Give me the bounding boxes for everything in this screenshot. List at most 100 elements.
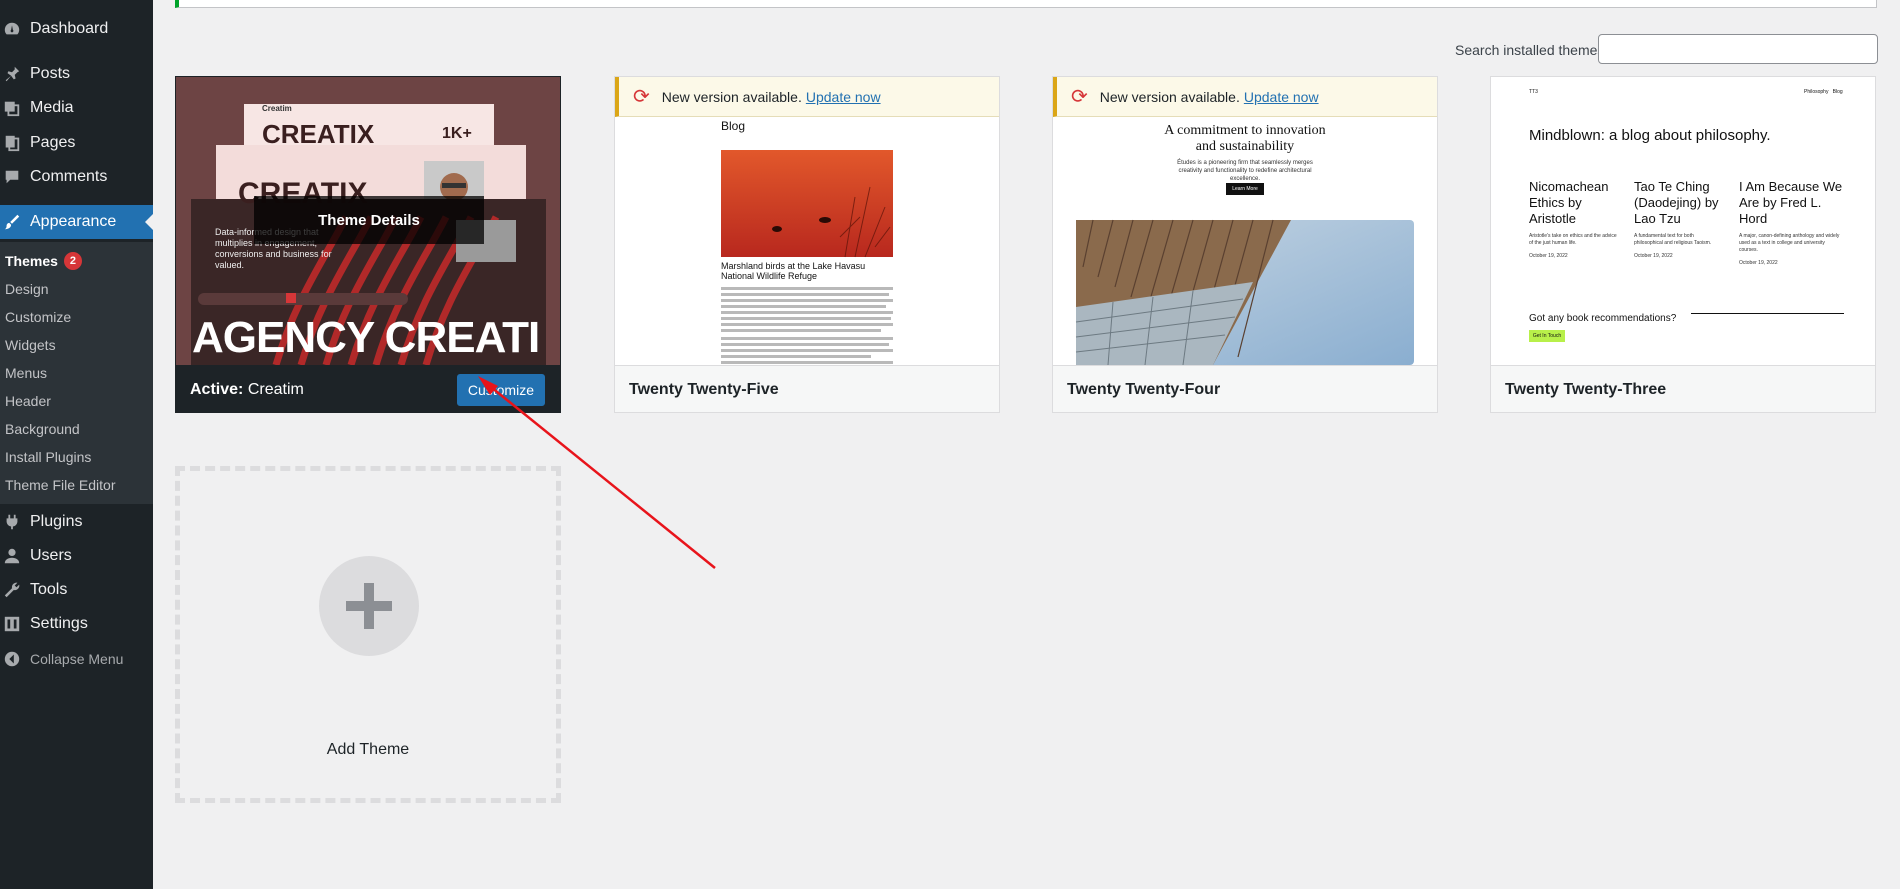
submenu-widgets[interactable]: Widgets [5,334,56,356]
search-label: Search installed themes [1455,42,1605,58]
menu-label: Pages [30,134,76,151]
theme-card-creatim[interactable]: Creatim CREATIX 1K+ CREATIX Data-informe… [175,76,561,413]
tt4-building-photo [1075,219,1414,365]
tt3-post-excerpt: A fundamental text for both philosophica… [1634,233,1712,246]
submenu-install-plugins[interactable]: Install Plugins [5,446,91,468]
submenu-label: Themes [5,253,58,269]
tt3-post-date: October 19, 2022 [1739,260,1778,266]
theme-footer: Twenty Twenty-Three [1491,365,1875,412]
tt3-nav-item: Philosophy [1804,89,1829,95]
theme-name: Twenty Twenty-Three [1505,380,1667,398]
submenu-customize[interactable]: Customize [5,306,71,328]
update-now-link[interactable]: Update now [1244,89,1319,105]
search-input[interactable] [1598,34,1878,64]
theme-screenshot[interactable]: Creatim CREATIX 1K+ CREATIX Data-informe… [176,77,560,365]
tt3-cta: Got any book recommendations? [1529,313,1677,324]
update-notice: ⟳ New version available. Update now [1053,77,1437,117]
submenu-theme-file-editor[interactable]: Theme File Editor [5,474,115,496]
menu-settings[interactable]: Settings [0,607,153,641]
submenu-header[interactable]: Header [5,390,51,412]
tt3-nav: Philosophy Blog [1804,89,1843,95]
wrench-icon [2,580,22,600]
creatim-logo: Creatim [262,104,292,113]
update-icon: ⟳ [1071,85,1088,108]
collapse-icon [2,649,22,669]
menu-label: Dashboard [30,20,109,37]
theme-screenshot[interactable]: Blog Marshland birds at the Lake Havasu … [615,77,999,365]
tt3-post-title: I Am Because We Are by Fred L. Hord [1739,179,1843,226]
menu-label: Users [30,547,72,564]
update-text: New version available. [1099,88,1240,105]
add-theme-card[interactable]: Add Theme [175,466,561,803]
submenu-themes[interactable]: Themes 2 [5,250,82,272]
menu-pages[interactable]: Pages [0,126,153,160]
menu-posts[interactable]: Posts [0,57,153,91]
menu-label: Plugins [30,513,83,530]
creatim-stat: 1K+ [442,125,472,142]
submenu-background[interactable]: Background [5,418,80,440]
menu-media[interactable]: Media [0,91,153,125]
collapse-label: Collapse Menu [30,651,124,667]
dashboard-icon [2,19,22,39]
theme-screenshot[interactable]: TT3 Philosophy Blog Mindblown: a blog ab… [1491,77,1875,365]
creatim-banner: AGENCY CREATI [192,313,540,362]
tt3-post: Nicomachean Ethics by Aristotle Aristotl… [1529,179,1619,259]
theme-footer: Active: Creatim Customize [176,365,560,412]
tt5-preview-art [721,150,893,364]
plus-icon [346,583,392,629]
submenu-design[interactable]: Design [5,278,49,300]
media-icon [2,98,22,118]
comment-icon [2,167,22,187]
theme-card-twenty-twenty-three[interactable]: TT3 Philosophy Blog Mindblown: a blog ab… [1490,76,1876,413]
theme-screenshot[interactable]: A commitment to innovation and sustainab… [1053,77,1437,365]
menu-users[interactable]: Users [0,539,153,573]
theme-footer: Twenty Twenty-Four [1053,365,1437,412]
tt3-post-title: Tao Te Ching (Daodejing) by Lao Tzu [1634,179,1719,226]
menu-label: Media [30,99,74,116]
menu-label: Posts [30,65,71,82]
pin-icon [2,64,22,84]
collapse-menu-button[interactable]: Collapse Menu [0,642,153,676]
submenu-menus[interactable]: Menus [5,362,47,384]
tt3-post-excerpt: A major, canon-defining anthology and wi… [1739,233,1840,253]
add-theme-circle [319,556,419,656]
tt3-post: Tao Te Ching (Daodejing) by Lao Tzu A fu… [1634,179,1724,259]
update-now-link[interactable]: Update now [806,89,881,105]
brush-icon [2,212,22,232]
active-theme-label: Active: Creatim [190,381,304,399]
menu-comments[interactable]: Comments [0,160,153,194]
admin-notice [175,0,1877,8]
theme-card-twenty-twenty-five[interactable]: ⟳ New version available. Update now Blog [614,76,1000,413]
theme-footer: Twenty Twenty-Five [615,365,999,412]
update-text: New version available. [661,88,802,105]
admin-sidebar: Dashboard Posts Media Pages Comments App… [0,0,153,889]
tt3-post-date: October 19, 2022 [1634,253,1673,259]
theme-name: Twenty Twenty-Five [629,380,779,398]
tt3-post-title: Nicomachean Ethics by Aristotle [1529,179,1609,226]
tt3-post: I Am Because We Are by Fred L. Hord A ma… [1739,179,1844,266]
appearance-submenu: Themes 2 Design Customize Widgets Menus … [0,242,153,504]
customize-button[interactable]: Customize [456,374,545,406]
user-icon [2,546,22,566]
update-notice: ⟳ New version available. Update now [615,77,999,117]
menu-tools[interactable]: Tools [0,573,153,607]
tt3-post-excerpt: Aristotle's take on ethics and the advic… [1529,233,1617,246]
tt3-headline: Mindblown: a blog about philosophy. [1529,127,1771,144]
menu-label: Tools [30,581,68,598]
tt5-caption: Marshland birds at the Lake Havasu Natio… [721,261,866,281]
menu-label: Appearance [30,213,117,230]
tt3-cta-button: Get In Touch [1529,330,1565,342]
tt3-divider [1691,313,1844,314]
menu-plugins[interactable]: Plugins [0,505,153,539]
active-theme-name: Creatim [247,380,304,398]
add-theme-label: Add Theme [326,741,410,758]
tt3-site-title: TT3 [1529,89,1538,95]
update-count-badge: 2 [63,252,82,270]
tt3-post-date: October 19, 2022 [1529,253,1568,259]
menu-dashboard[interactable]: Dashboard [0,12,153,46]
theme-details-overlay[interactable]: Theme Details [254,196,484,244]
update-icon: ⟳ [633,85,650,108]
menu-label: Comments [30,168,108,185]
menu-appearance[interactable]: Appearance [0,205,153,239]
theme-card-twenty-twenty-four[interactable]: ⟳ New version available. Update now A co… [1052,76,1438,413]
